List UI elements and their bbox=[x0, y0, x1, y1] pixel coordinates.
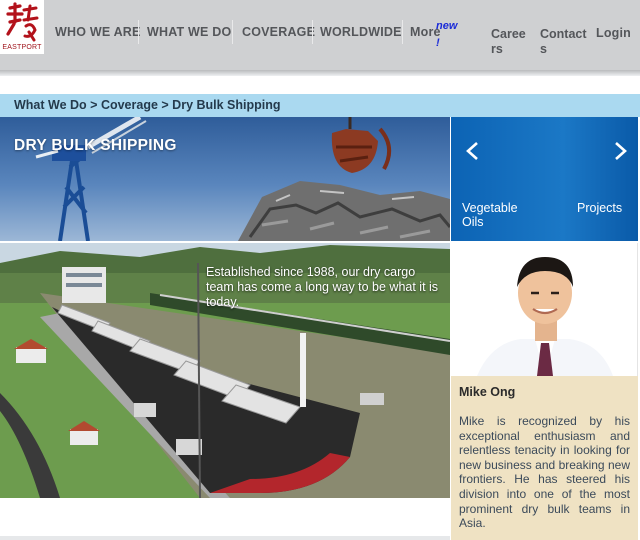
eastport-logo[interactable]: EASTPORT bbox=[0, 0, 44, 54]
chevron-left-icon bbox=[466, 142, 478, 160]
breadcrumb-bar: What We Do > Coverage > Dry Bulk Shippin… bbox=[0, 94, 640, 117]
nav-divider bbox=[312, 20, 313, 44]
nav-shadow bbox=[0, 70, 640, 76]
person-portrait-illustration bbox=[477, 257, 613, 376]
breadcrumb-coverage[interactable]: Coverage bbox=[101, 98, 158, 112]
breadcrumb-what-we-do[interactable]: What We Do bbox=[14, 98, 87, 112]
breadcrumb-current: Dry Bulk Shipping bbox=[172, 98, 281, 112]
carousel-next-button[interactable] bbox=[608, 139, 632, 163]
chevron-right-icon bbox=[615, 142, 627, 160]
nav-what-we-do[interactable]: WHAT WE DO bbox=[147, 25, 231, 39]
nav-coverage[interactable]: COVERAGE bbox=[242, 25, 315, 39]
logo-calligraphy-icon bbox=[6, 2, 39, 42]
new-badge-mark: ! bbox=[436, 37, 440, 49]
ship-photo: Established since 1988, our dry cargo te… bbox=[0, 243, 450, 498]
profile-portrait bbox=[451, 243, 638, 376]
profile-bio-text: Mike is recognized by his exceptional en… bbox=[459, 414, 630, 531]
nav-login[interactable]: Login bbox=[596, 26, 631, 40]
nav-who-we-are[interactable]: WHO WE ARE bbox=[55, 25, 141, 39]
profile-name: Mike Ong bbox=[459, 385, 516, 399]
top-navigation-bar: EASTPORT WHO WE ARE WHAT WE DO COVERAGE … bbox=[0, 0, 640, 70]
page-footer-space bbox=[0, 498, 450, 540]
nav-divider bbox=[402, 20, 403, 44]
hero-illustration bbox=[35, 117, 450, 241]
profile-bio-panel: Mike Ong Mike is recognized by his excep… bbox=[451, 376, 638, 540]
photo-caption: Established since 1988, our dry cargo te… bbox=[206, 265, 439, 309]
carousel-item-projects[interactable]: Projects bbox=[577, 201, 622, 215]
breadcrumb: What We Do > Coverage > Dry Bulk Shippin… bbox=[14, 98, 281, 112]
page-title: DRY BULK SHIPPING bbox=[14, 137, 177, 154]
new-badge: new bbox=[436, 20, 458, 32]
breadcrumb-separator: > bbox=[86, 98, 101, 112]
service-carousel: Vegetable Oils Projects bbox=[451, 117, 638, 241]
breadcrumb-separator: > bbox=[157, 98, 173, 112]
logo-wordmark: EASTPORT bbox=[2, 44, 42, 51]
nav-divider bbox=[232, 20, 233, 44]
nav-contacts[interactable]: Contacts bbox=[540, 27, 588, 57]
hero-banner: DRY BULK SHIPPING bbox=[0, 117, 450, 241]
carousel-prev-button[interactable] bbox=[461, 139, 485, 163]
carousel-item-vegetable-oils[interactable]: Vegetable Oils bbox=[462, 201, 532, 229]
nav-divider bbox=[138, 20, 139, 44]
footer-divider bbox=[0, 536, 450, 540]
nav-worldwide[interactable]: WORLDWIDE bbox=[320, 25, 402, 39]
nav-careers[interactable]: Careers bbox=[491, 27, 529, 57]
